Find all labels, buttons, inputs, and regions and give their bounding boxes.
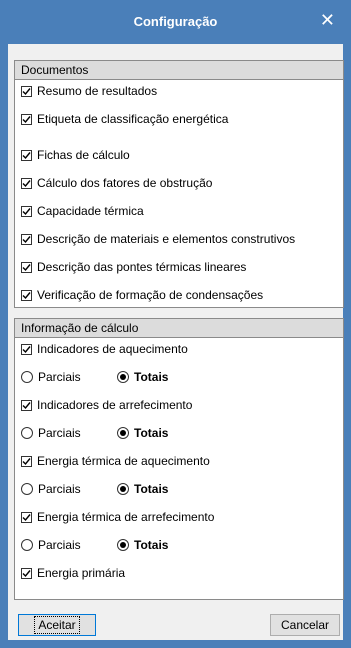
radio-selected-icon[interactable] <box>117 427 129 439</box>
checkbox-checked-icon[interactable] <box>21 511 32 523</box>
checkbox-energia-termica-aquecimento[interactable]: Energia térmica de aquecimento <box>21 452 210 470</box>
checkbox-label: Verificação de formação de condensações <box>37 288 264 302</box>
checkbox-checked-icon[interactable] <box>21 399 32 411</box>
checkbox-label: Capacidade térmica <box>37 204 144 218</box>
close-icon[interactable]: ✕ <box>320 10 335 30</box>
checkbox-checked-icon[interactable] <box>21 113 32 125</box>
checkbox-etiqueta-classificacao[interactable]: Etiqueta de classificação energética <box>21 110 228 128</box>
checkbox-label: Etiqueta de classificação energética <box>37 112 229 126</box>
checkbox-label: Descrição de materiais e elementos const… <box>37 232 296 246</box>
radio-totais-arrefecimento[interactable]: Totais <box>117 424 168 442</box>
checkbox-checked-icon[interactable] <box>21 85 32 97</box>
radio-label: Totais <box>134 482 169 496</box>
radio-selected-icon[interactable] <box>117 371 129 383</box>
checkbox-checked-icon[interactable] <box>21 177 32 189</box>
checkbox-checked-icon[interactable] <box>21 149 32 161</box>
informacao-calculo-group: Informação de cálculo Indicadores de aqu… <box>14 318 344 600</box>
radio-selected-icon[interactable] <box>117 483 129 495</box>
dialog-title: Configuração <box>133 14 218 29</box>
radio-label: Parciais <box>38 370 81 384</box>
radio-label: Parciais <box>38 538 81 552</box>
checkbox-fichas-calculo[interactable]: Fichas de cálculo <box>21 146 130 164</box>
checkbox-label: Resumo de resultados <box>37 84 158 98</box>
accept-button[interactable]: Aceitar <box>18 614 96 636</box>
radio-unselected-icon[interactable] <box>21 371 33 383</box>
radio-label: Totais <box>134 426 169 440</box>
checkbox-descricao-materiais[interactable]: Descrição de materiais e elementos const… <box>21 230 295 248</box>
checkbox-indicadores-arrefecimento[interactable]: Indicadores de arrefecimento <box>21 396 192 414</box>
radio-parciais-energia-arrefecimento[interactable]: Parciais <box>21 536 81 554</box>
title-bar: Configuração ✕ <box>0 0 351 44</box>
checkbox-capacidade-termica[interactable]: Capacidade térmica <box>21 202 144 220</box>
checkbox-label: Fichas de cálculo <box>37 148 130 162</box>
radio-totais-energia-aquecimento[interactable]: Totais <box>117 480 168 498</box>
cancel-button-label: Cancelar <box>280 618 330 632</box>
checkbox-checked-icon[interactable] <box>21 233 32 245</box>
checkbox-checked-icon[interactable] <box>21 343 32 355</box>
checkbox-pontes-termicas[interactable]: Descrição das pontes térmicas lineares <box>21 258 246 276</box>
accept-button-label: Aceitar <box>34 616 80 634</box>
radio-label: Parciais <box>38 426 81 440</box>
checkbox-label: Indicadores de arrefecimento <box>37 398 193 412</box>
checkbox-checked-icon[interactable] <box>21 567 32 579</box>
checkbox-checked-icon[interactable] <box>21 261 32 273</box>
documentos-group: Documentos Resumo de resultados Etiqueta… <box>14 60 344 308</box>
checkbox-label: Energia térmica de aquecimento <box>37 454 210 468</box>
checkbox-checked-icon[interactable] <box>21 289 32 301</box>
radio-parciais-aquecimento[interactable]: Parciais <box>21 368 81 386</box>
checkbox-indicadores-aquecimento[interactable]: Indicadores de aquecimento <box>21 340 188 358</box>
checkbox-energia-primaria[interactable]: Energia primária <box>21 564 125 582</box>
checkbox-label: Energia primária <box>37 566 126 580</box>
checkbox-label: Cálculo dos fatores de obstrução <box>37 176 213 190</box>
radio-unselected-icon[interactable] <box>21 483 33 495</box>
dialog-body: Documentos Resumo de resultados Etiqueta… <box>8 44 344 640</box>
checkbox-label: Energia térmica de arrefecimento <box>37 510 215 524</box>
informacao-calculo-header: Informação de cálculo <box>15 319 343 338</box>
radio-unselected-icon[interactable] <box>21 427 33 439</box>
radio-label: Parciais <box>38 482 81 496</box>
checkbox-resumo-resultados[interactable]: Resumo de resultados <box>21 82 157 100</box>
radio-totais-energia-arrefecimento[interactable]: Totais <box>117 536 168 554</box>
documentos-header: Documentos <box>15 61 343 80</box>
radio-selected-icon[interactable] <box>117 539 129 551</box>
checkbox-label: Descrição das pontes térmicas lineares <box>37 260 247 274</box>
checkbox-energia-termica-arrefecimento[interactable]: Energia térmica de arrefecimento <box>21 508 214 526</box>
radio-label: Totais <box>134 538 169 552</box>
radio-unselected-icon[interactable] <box>21 539 33 551</box>
checkbox-checked-icon[interactable] <box>21 205 32 217</box>
radio-totais-aquecimento[interactable]: Totais <box>117 368 168 386</box>
cancel-button[interactable]: Cancelar <box>270 614 340 636</box>
radio-parciais-arrefecimento[interactable]: Parciais <box>21 424 81 442</box>
checkbox-checked-icon[interactable] <box>21 455 32 467</box>
radio-label: Totais <box>134 370 169 384</box>
checkbox-label: Indicadores de aquecimento <box>37 342 188 356</box>
checkbox-condensacoes[interactable]: Verificação de formação de condensações <box>21 286 263 304</box>
checkbox-fatores-obstrucao[interactable]: Cálculo dos fatores de obstrução <box>21 174 212 192</box>
radio-parciais-energia-aquecimento[interactable]: Parciais <box>21 480 81 498</box>
dialog-window: Configuração ✕ Documentos Resumo de resu… <box>0 0 351 648</box>
